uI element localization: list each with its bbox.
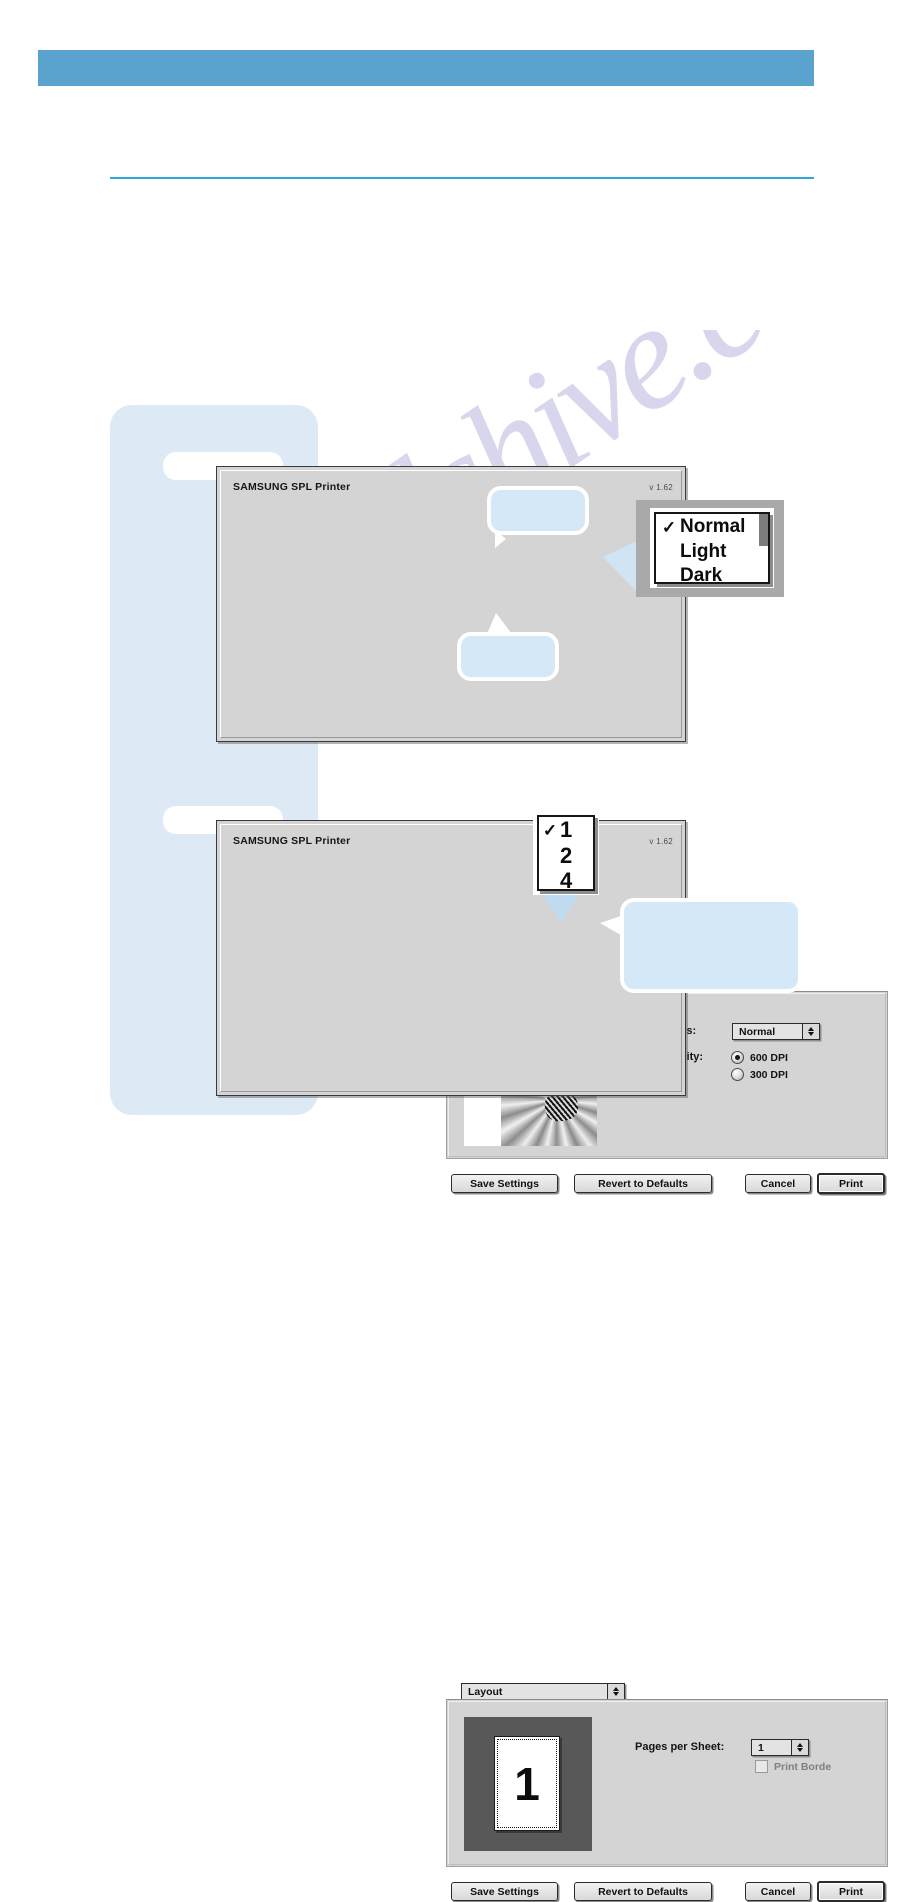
menu-item-dark-label: Dark xyxy=(680,565,723,586)
pane-select-label: Layout xyxy=(468,1685,503,1698)
menu-item-light-label: Light xyxy=(680,541,727,562)
chevron-updown-icon xyxy=(791,1740,808,1755)
menu-item-dark[interactable]: Dark xyxy=(656,564,768,588)
checkbox-box-icon xyxy=(755,1760,768,1773)
dialog-layout: SAMSUNG SPL Printer v 1.62 Layout 1 Page… xyxy=(216,820,888,1902)
darkness-select[interactable]: Normal xyxy=(732,1023,820,1040)
menu-item-light[interactable]: Light xyxy=(656,540,768,564)
menu-item-4[interactable]: 4 xyxy=(539,868,593,893)
pages-per-sheet-dropdown-menu[interactable]: ✓ 1 2 4 xyxy=(533,811,599,895)
callout-bubble-pages xyxy=(620,898,802,993)
cancel-button[interactable]: Cancel xyxy=(745,1882,811,1901)
radio-300-dpi[interactable]: 300 DPI xyxy=(731,1068,788,1081)
pane-select-layout[interactable]: Layout xyxy=(461,1683,625,1700)
header-divider-rule xyxy=(110,177,814,179)
radio-600-dpi-label: 600 DPI xyxy=(750,1051,788,1064)
print-button[interactable]: Print xyxy=(817,1173,885,1194)
layout-preview-sheet: 1 xyxy=(494,1736,560,1831)
radio-dot-icon xyxy=(731,1068,744,1081)
print-button[interactable]: Print xyxy=(817,1881,885,1902)
revert-to-defaults-button[interactable]: Revert to Defaults xyxy=(574,1882,712,1901)
darkness-select-value: Normal xyxy=(739,1025,776,1038)
menu-item-2-label: 2 xyxy=(560,842,573,868)
darkness-menu-frame: ✓ Normal Light Dark xyxy=(654,512,770,586)
dialog1-title: SAMSUNG SPL Printer xyxy=(233,481,351,493)
layout-preview: 1 xyxy=(464,1717,592,1851)
darkness-dropdown-menu[interactable]: ✓ Normal Light Dark xyxy=(650,508,774,588)
menu-item-4-label: 4 xyxy=(560,867,573,893)
callout-bubble-top xyxy=(487,486,589,535)
menu-item-2[interactable]: 2 xyxy=(539,843,593,868)
radio-600-dpi[interactable]: 600 DPI xyxy=(731,1051,788,1064)
header-banner xyxy=(38,50,814,86)
menu-scroll-strip[interactable] xyxy=(759,514,768,546)
pages-per-sheet-label: Pages per Sheet: xyxy=(635,1741,725,1753)
radio-dot-icon xyxy=(731,1051,744,1064)
chevron-updown-icon xyxy=(802,1024,819,1039)
radio-300-dpi-label: 300 DPI xyxy=(750,1068,788,1081)
print-border-checkbox[interactable]: Print Borde xyxy=(755,1760,831,1773)
pages-menu-frame: ✓ 1 2 4 xyxy=(537,815,595,893)
dialog-darkness-quality: SAMSUNG SPL Printer v 1.62 Darkness/Qual… xyxy=(216,466,888,1194)
print-border-label: Print Borde xyxy=(774,1760,832,1773)
cancel-button[interactable]: Cancel xyxy=(745,1174,811,1193)
magnifier-wedge-pages xyxy=(541,893,581,921)
pages-per-sheet-value: 1 xyxy=(758,1741,764,1754)
menu-item-normal[interactable]: ✓ Normal xyxy=(656,514,768,540)
dialog2-title: SAMSUNG SPL Printer xyxy=(233,835,351,847)
callout-bubble-pages-tail xyxy=(600,915,624,937)
menu-item-normal-label: Normal xyxy=(680,516,746,537)
save-settings-button[interactable]: Save Settings xyxy=(451,1882,558,1901)
menu-item-1-label: 1 xyxy=(560,817,573,842)
save-settings-button[interactable]: Save Settings xyxy=(451,1174,558,1193)
page-root: manualshive.com SAMSUNG SPL Printer v 1.… xyxy=(0,0,918,1902)
chevron-updown-icon xyxy=(607,1684,624,1699)
callout-bubble-quality xyxy=(457,632,559,681)
checkmark-icon: ✓ xyxy=(661,517,677,537)
dialog2-version: v 1.62 xyxy=(649,837,673,846)
callout-bubble-top-tail xyxy=(495,530,506,548)
dialog-inner-bevel xyxy=(220,470,682,738)
checkmark-icon: ✓ xyxy=(542,820,558,840)
revert-to-defaults-button[interactable]: Revert to Defaults xyxy=(574,1174,712,1193)
magnifier-wedge-darkness xyxy=(603,540,639,594)
dialog-inner-bevel xyxy=(220,824,682,1092)
callout-bubble-quality-tail xyxy=(487,613,512,634)
dialog1-version: v 1.62 xyxy=(649,483,673,492)
menu-item-1[interactable]: ✓ 1 xyxy=(539,817,593,843)
pages-per-sheet-select[interactable]: 1 xyxy=(751,1739,809,1756)
